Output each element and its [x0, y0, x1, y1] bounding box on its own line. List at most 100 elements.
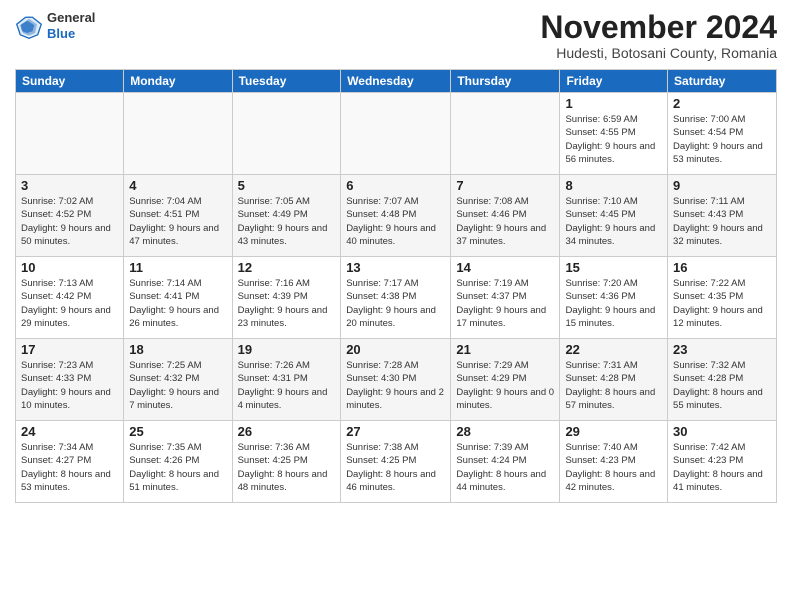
day-info: Sunrise: 7:04 AM Sunset: 4:51 PM Dayligh… [129, 195, 226, 248]
day-number: 3 [21, 178, 118, 193]
day-number: 28 [456, 424, 554, 439]
day-info: Sunrise: 7:32 AM Sunset: 4:28 PM Dayligh… [673, 359, 771, 412]
day-number: 21 [456, 342, 554, 357]
day-info: Sunrise: 7:07 AM Sunset: 4:48 PM Dayligh… [346, 195, 445, 248]
day-cell-11: 11 Sunrise: 7:14 AM Sunset: 4:41 PM Dayli… [124, 257, 232, 339]
day-number: 9 [673, 178, 771, 193]
day-info: Sunrise: 7:05 AM Sunset: 4:49 PM Dayligh… [238, 195, 336, 248]
location: Hudesti, Botosani County, Romania [540, 45, 777, 61]
day-cell-18: 18Sunrise: 7:25 AM Sunset: 4:32 PM Dayli… [124, 339, 232, 421]
day-info: Sunrise: 6:59 AM Sunset: 4:55 PM Dayligh… [565, 113, 662, 166]
empty-cell [341, 93, 451, 175]
day-info: Sunrise: 7:14 AM Sunset: 4:41 PM Dayligh… [129, 277, 226, 330]
day-info: Sunrise: 7:10 AM Sunset: 4:45 PM Dayligh… [565, 195, 662, 248]
day-cell-22: 22 Sunrise: 7:31 AM Sunset: 4:28 PM Dayli… [560, 339, 668, 421]
month-title: November 2024 [540, 10, 777, 45]
logo-text: General Blue [47, 10, 95, 41]
day-cell-8: 8Sunrise: 7:10 AM Sunset: 4:45 PM Daylig… [560, 175, 668, 257]
day-info: Sunrise: 7:26 AM Sunset: 4:31 PM Dayligh… [238, 359, 336, 412]
day-cell-25: 25Sunrise: 7:35 AM Sunset: 4:26 PM Dayli… [124, 421, 232, 503]
day-info: Sunrise: 7:19 AM Sunset: 4:37 PM Dayligh… [456, 277, 554, 330]
page-header: General Blue November 2024 Hudesti, Boto… [15, 10, 777, 61]
day-cell-23: 23 Sunrise: 7:32 AM Sunset: 4:28 PM Dayli… [668, 339, 777, 421]
day-cell-16: 16Sunrise: 7:22 AM Sunset: 4:35 PM Dayli… [668, 257, 777, 339]
day-info: Sunrise: 7:08 AM Sunset: 4:46 PM Dayligh… [456, 195, 554, 248]
col-tuesday: Tuesday [232, 70, 341, 93]
day-number: 26 [238, 424, 336, 439]
day-cell-30: 30 Sunrise: 7:42 AM Sunset: 4:23 PM Dayli… [668, 421, 777, 503]
day-cell-24: 24 Sunrise: 7:34 AM Sunset: 4:27 PM Dayli… [16, 421, 124, 503]
day-cell-26: 26 Sunrise: 7:36 AM Sunset: 4:25 PM Dayli… [232, 421, 341, 503]
day-cell-6: 6 Sunrise: 7:07 AM Sunset: 4:48 PM Daylig… [341, 175, 451, 257]
day-cell-4: 4 Sunrise: 7:04 AM Sunset: 4:51 PM Daylig… [124, 175, 232, 257]
day-info: Sunrise: 7:31 AM Sunset: 4:28 PM Dayligh… [565, 359, 662, 412]
day-cell-9: 9 Sunrise: 7:11 AM Sunset: 4:43 PM Daylig… [668, 175, 777, 257]
day-cell-28: 28 Sunrise: 7:39 AM Sunset: 4:24 PM Dayli… [451, 421, 560, 503]
day-cell-20: 20Sunrise: 7:28 AM Sunset: 4:30 PM Dayli… [341, 339, 451, 421]
day-number: 23 [673, 342, 771, 357]
day-number: 7 [456, 178, 554, 193]
day-cell-29: 29Sunrise: 7:40 AM Sunset: 4:23 PM Dayli… [560, 421, 668, 503]
day-cell-19: 19Sunrise: 7:26 AM Sunset: 4:31 PM Dayli… [232, 339, 341, 421]
day-cell-7: 7 Sunrise: 7:08 AM Sunset: 4:46 PM Daylig… [451, 175, 560, 257]
logo-general: General [47, 10, 95, 25]
day-info: Sunrise: 7:38 AM Sunset: 4:25 PM Dayligh… [346, 441, 445, 494]
empty-cell [124, 93, 232, 175]
calendar-page: General Blue November 2024 Hudesti, Boto… [0, 0, 792, 612]
day-info: Sunrise: 7:17 AM Sunset: 4:38 PM Dayligh… [346, 277, 445, 330]
day-cell-12: 12 Sunrise: 7:16 AM Sunset: 4:39 PM Dayli… [232, 257, 341, 339]
day-cell-3: 3 Sunrise: 7:02 AM Sunset: 4:52 PM Daylig… [16, 175, 124, 257]
empty-cell [232, 93, 341, 175]
day-info: Sunrise: 7:40 AM Sunset: 4:23 PM Dayligh… [565, 441, 662, 494]
day-info: Sunrise: 7:13 AM Sunset: 4:42 PM Dayligh… [21, 277, 118, 330]
empty-cell [16, 93, 124, 175]
day-number: 13 [346, 260, 445, 275]
day-cell-13: 13 Sunrise: 7:17 AM Sunset: 4:38 PM Dayli… [341, 257, 451, 339]
day-number: 4 [129, 178, 226, 193]
title-block: November 2024 Hudesti, Botosani County, … [540, 10, 777, 61]
day-info: Sunrise: 7:28 AM Sunset: 4:30 PM Dayligh… [346, 359, 445, 412]
day-info: Sunrise: 7:42 AM Sunset: 4:23 PM Dayligh… [673, 441, 771, 494]
col-friday: Friday [560, 70, 668, 93]
day-number: 15 [565, 260, 662, 275]
day-cell-5: 5 Sunrise: 7:05 AM Sunset: 4:49 PM Daylig… [232, 175, 341, 257]
day-info: Sunrise: 7:11 AM Sunset: 4:43 PM Dayligh… [673, 195, 771, 248]
day-info: Sunrise: 7:36 AM Sunset: 4:25 PM Dayligh… [238, 441, 336, 494]
day-cell-17: 17Sunrise: 7:23 AM Sunset: 4:33 PM Dayli… [16, 339, 124, 421]
day-cell-1: 1 Sunrise: 6:59 AM Sunset: 4:55 PM Daylig… [560, 93, 668, 175]
day-number: 17 [21, 342, 118, 357]
day-number: 11 [129, 260, 226, 275]
day-info: Sunrise: 7:25 AM Sunset: 4:32 PM Dayligh… [129, 359, 226, 412]
day-info: Sunrise: 7:16 AM Sunset: 4:39 PM Dayligh… [238, 277, 336, 330]
day-info: Sunrise: 7:29 AM Sunset: 4:29 PM Dayligh… [456, 359, 554, 412]
day-number: 5 [238, 178, 336, 193]
day-cell-10: 10Sunrise: 7:13 AM Sunset: 4:42 PM Dayli… [16, 257, 124, 339]
calendar-week-1: 1 Sunrise: 6:59 AM Sunset: 4:55 PM Daylig… [16, 93, 777, 175]
day-cell-21: 21 Sunrise: 7:29 AM Sunset: 4:29 PM Dayli… [451, 339, 560, 421]
day-number: 22 [565, 342, 662, 357]
day-number: 1 [565, 96, 662, 111]
day-cell-15: 15Sunrise: 7:20 AM Sunset: 4:36 PM Dayli… [560, 257, 668, 339]
day-info: Sunrise: 7:34 AM Sunset: 4:27 PM Dayligh… [21, 441, 118, 494]
day-number: 6 [346, 178, 445, 193]
day-info: Sunrise: 7:00 AM Sunset: 4:54 PM Dayligh… [673, 113, 771, 166]
day-info: Sunrise: 7:02 AM Sunset: 4:52 PM Dayligh… [21, 195, 118, 248]
col-sunday: Sunday [16, 70, 124, 93]
day-number: 12 [238, 260, 336, 275]
day-cell-14: 14Sunrise: 7:19 AM Sunset: 4:37 PM Dayli… [451, 257, 560, 339]
col-saturday: Saturday [668, 70, 777, 93]
calendar-week-3: 10Sunrise: 7:13 AM Sunset: 4:42 PM Dayli… [16, 257, 777, 339]
col-wednesday: Wednesday [341, 70, 451, 93]
day-number: 24 [21, 424, 118, 439]
calendar-week-5: 24 Sunrise: 7:34 AM Sunset: 4:27 PM Dayli… [16, 421, 777, 503]
logo-blue: Blue [47, 26, 75, 41]
calendar-table: Sunday Monday Tuesday Wednesday Thursday… [15, 69, 777, 503]
col-monday: Monday [124, 70, 232, 93]
calendar-week-4: 17Sunrise: 7:23 AM Sunset: 4:33 PM Dayli… [16, 339, 777, 421]
calendar-week-2: 3 Sunrise: 7:02 AM Sunset: 4:52 PM Daylig… [16, 175, 777, 257]
day-number: 30 [673, 424, 771, 439]
day-info: Sunrise: 7:22 AM Sunset: 4:35 PM Dayligh… [673, 277, 771, 330]
day-number: 2 [673, 96, 771, 111]
empty-cell [451, 93, 560, 175]
day-info: Sunrise: 7:39 AM Sunset: 4:24 PM Dayligh… [456, 441, 554, 494]
